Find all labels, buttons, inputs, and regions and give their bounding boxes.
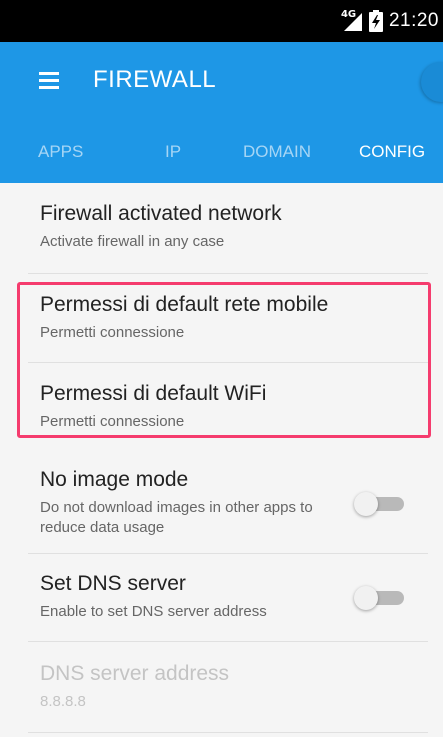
- hamburger-menu-icon[interactable]: [36, 67, 64, 95]
- setting-subtitle: Enable to set DNS server address: [40, 603, 267, 620]
- tab-domain[interactable]: DOMAIN: [243, 142, 311, 162]
- app-bar: FIREWALL APPS IP DOMAIN CONFIG: [0, 42, 443, 183]
- setting-subtitle: Do not download images in other apps to …: [40, 499, 313, 536]
- signal-icon: 4G: [341, 9, 363, 32]
- status-bar: 4G 21:20: [0, 0, 443, 42]
- no-image-mode-switch[interactable]: [354, 492, 406, 516]
- setting-title: Firewall activated network: [40, 202, 282, 225]
- battery-charging-icon: [368, 10, 383, 32]
- divider: [28, 732, 428, 733]
- divider: [28, 641, 428, 642]
- set-dns-switch[interactable]: [354, 586, 406, 610]
- app-title: FIREWALL: [93, 66, 217, 93]
- highlight-box: [17, 282, 431, 438]
- setting-activated-network[interactable]: Firewall activated network Activate fire…: [40, 202, 428, 252]
- setting-value: 8.8.8.8: [40, 693, 86, 710]
- master-toggle[interactable]: [421, 62, 443, 102]
- setting-title: DNS server address: [40, 662, 230, 685]
- tab-apps[interactable]: APPS: [38, 142, 83, 162]
- setting-dns-address: DNS server address 8.8.8.8: [40, 662, 428, 712]
- tab-bar: APPS IP DOMAIN CONFIG: [0, 142, 443, 166]
- setting-subtitle: Activate firewall in any case: [40, 233, 225, 250]
- switch-thumb: [354, 492, 378, 516]
- active-tab-indicator: [348, 136, 443, 141]
- divider: [28, 273, 428, 274]
- switch-thumb: [354, 586, 378, 610]
- tab-config[interactable]: CONFIG: [359, 142, 425, 162]
- status-indicators: 4G 21:20: [341, 0, 439, 42]
- divider: [28, 553, 428, 554]
- setting-title: No image mode: [40, 468, 189, 491]
- tab-ip[interactable]: IP: [165, 142, 181, 162]
- setting-title: Set DNS server: [40, 572, 186, 595]
- clock: 21:20: [388, 10, 439, 31]
- setting-set-dns[interactable]: Set DNS server Enable to set DNS server …: [40, 572, 340, 622]
- setting-no-image-mode[interactable]: No image mode Do not download images in …: [40, 468, 340, 538]
